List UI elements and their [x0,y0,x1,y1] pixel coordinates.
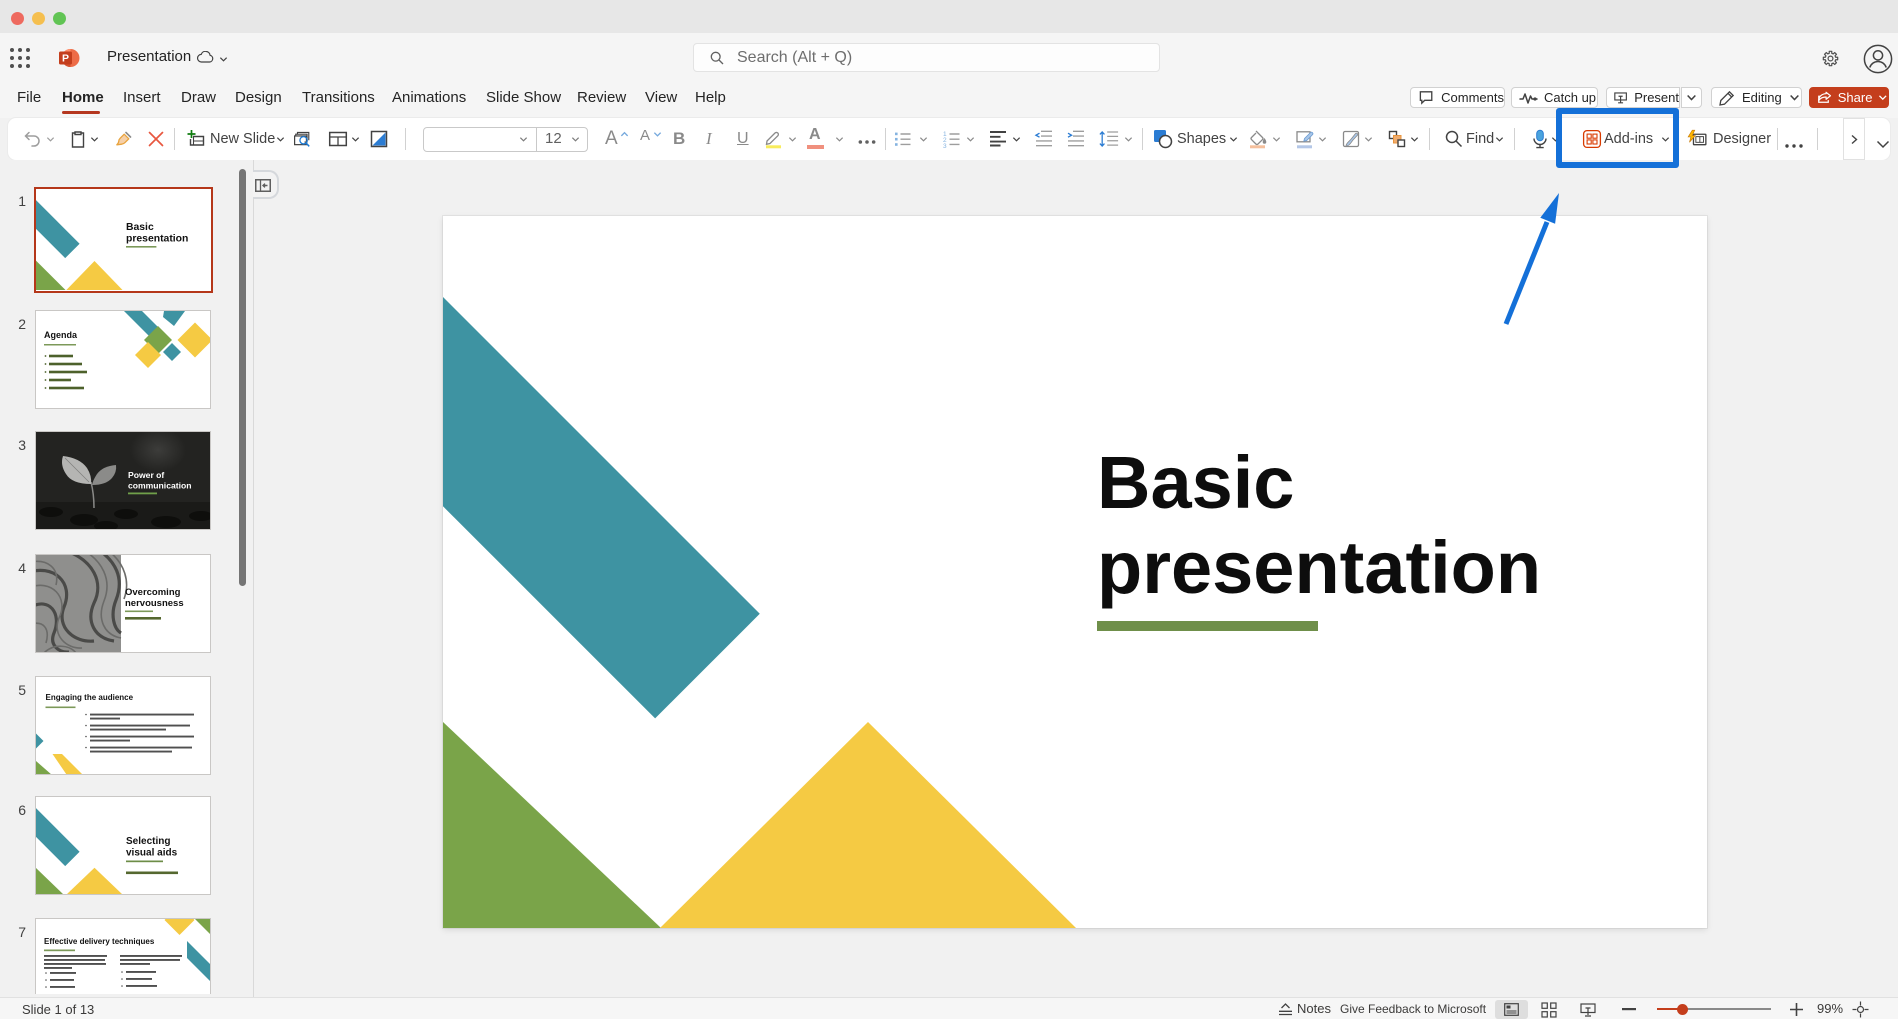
svg-text:Basic: Basic [126,222,154,233]
svg-text:visual aids: visual aids [126,848,178,859]
svg-text:Effective delivery techniques: Effective delivery techniques [44,937,155,946]
svg-text:communication: communication [128,481,192,491]
svg-text:nervousness: nervousness [125,598,184,609]
svg-text:P: P [62,53,69,65]
svg-text:3: 3 [943,143,947,149]
svg-text:Selecting: Selecting [126,836,170,847]
svg-text:presentation: presentation [126,234,188,245]
svg-text:Overcoming: Overcoming [125,587,181,598]
svg-text:Power of: Power of [128,470,164,480]
svg-text:Engaging the audience: Engaging the audience [46,693,134,702]
svg-text:Agenda: Agenda [44,330,78,340]
